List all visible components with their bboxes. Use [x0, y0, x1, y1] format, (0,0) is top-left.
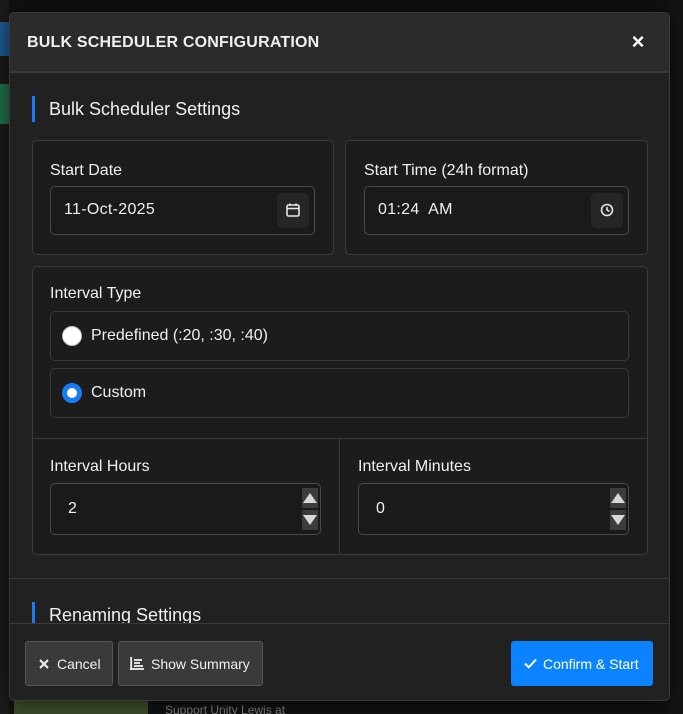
cancel-button[interactable]: Cancel [25, 641, 113, 686]
confirm-start-button-label: Confirm & Start [543, 656, 639, 672]
start-time-value: 01:24 AM [378, 201, 453, 218]
close-icon [39, 659, 49, 669]
interval-option-predefined[interactable]: Predefined (:20, :30, :40) [50, 311, 629, 361]
modal-header: BULK SCHEDULER CONFIGURATION × [10, 13, 669, 73]
date-picker-button[interactable] [277, 193, 309, 228]
modal-body[interactable]: Bulk Scheduler Settings Start Date 11-Oc… [10, 73, 669, 623]
cancel-button-label: Cancel [57, 656, 101, 672]
confirm-start-button[interactable]: Confirm & Start [511, 641, 653, 686]
section-divider [10, 578, 669, 579]
modal-footer: Cancel Show Summary Confirm & Start [10, 623, 669, 700]
option-label-predefined: Predefined (:20, :30, :40) [91, 327, 268, 344]
start-time-label: Start Time (24h format) [364, 162, 529, 179]
interval-option-custom[interactable]: Custom [50, 368, 629, 418]
start-date-label: Start Date [50, 162, 123, 179]
clock-icon [600, 203, 614, 217]
interval-column-divider [339, 438, 340, 555]
check-icon [524, 658, 537, 669]
interval-type-label: Interval Type [50, 285, 142, 302]
radio-predefined[interactable] [62, 326, 82, 346]
show-summary-button-label: Show Summary [151, 656, 250, 672]
interval-hours-input[interactable]: 2 [50, 483, 321, 535]
interval-minutes-stepper[interactable] [610, 486, 626, 530]
interval-divider [33, 438, 649, 439]
start-date-value: 11-Oct-2025 [64, 201, 156, 218]
start-date-card: Start Date 11-Oct-2025 [32, 140, 334, 255]
bulk-scheduler-modal: BULK SCHEDULER CONFIGURATION × Bulk Sche… [9, 12, 670, 701]
section-heading-renaming: Renaming Settings [32, 602, 201, 623]
calendar-icon [286, 203, 300, 217]
time-picker-button[interactable] [591, 193, 623, 228]
background-right-edge [669, 0, 683, 714]
interval-minutes-value: 0 [376, 500, 386, 517]
background-tab [0, 22, 9, 56]
hours-increment-button[interactable] [302, 488, 318, 508]
close-icon: × [631, 29, 645, 54]
minutes-increment-button[interactable] [610, 488, 626, 508]
start-date-input[interactable]: 11-Oct-2025 [50, 186, 315, 235]
interval-minutes-label: Interval Minutes [358, 458, 471, 475]
minutes-decrement-button[interactable] [610, 510, 626, 530]
interval-hours-label: Interval Hours [50, 458, 150, 475]
interval-hours-stepper[interactable] [302, 486, 318, 530]
hours-decrement-button[interactable] [302, 510, 318, 530]
background-thumbnail [14, 700, 148, 714]
background-text: Support Unity Lewis at [165, 703, 286, 714]
show-summary-button[interactable]: Show Summary [118, 641, 263, 686]
modal-title: BULK SCHEDULER CONFIGURATION [27, 34, 320, 51]
interval-card: Interval Type Predefined (:20, :30, :40)… [32, 266, 649, 555]
section-heading-scheduler: Bulk Scheduler Settings [32, 96, 240, 122]
interval-hours-value: 2 [68, 500, 78, 517]
start-time-input[interactable]: 01:24 AM [364, 186, 629, 235]
start-time-card: Start Time (24h format) 01:24 AM [345, 140, 648, 255]
interval-minutes-input[interactable]: 0 [358, 483, 629, 535]
background-badge [0, 84, 9, 124]
radio-custom[interactable] [62, 383, 82, 403]
list-icon [130, 657, 144, 670]
close-button[interactable]: × [629, 30, 647, 54]
option-label-custom: Custom [91, 384, 147, 401]
